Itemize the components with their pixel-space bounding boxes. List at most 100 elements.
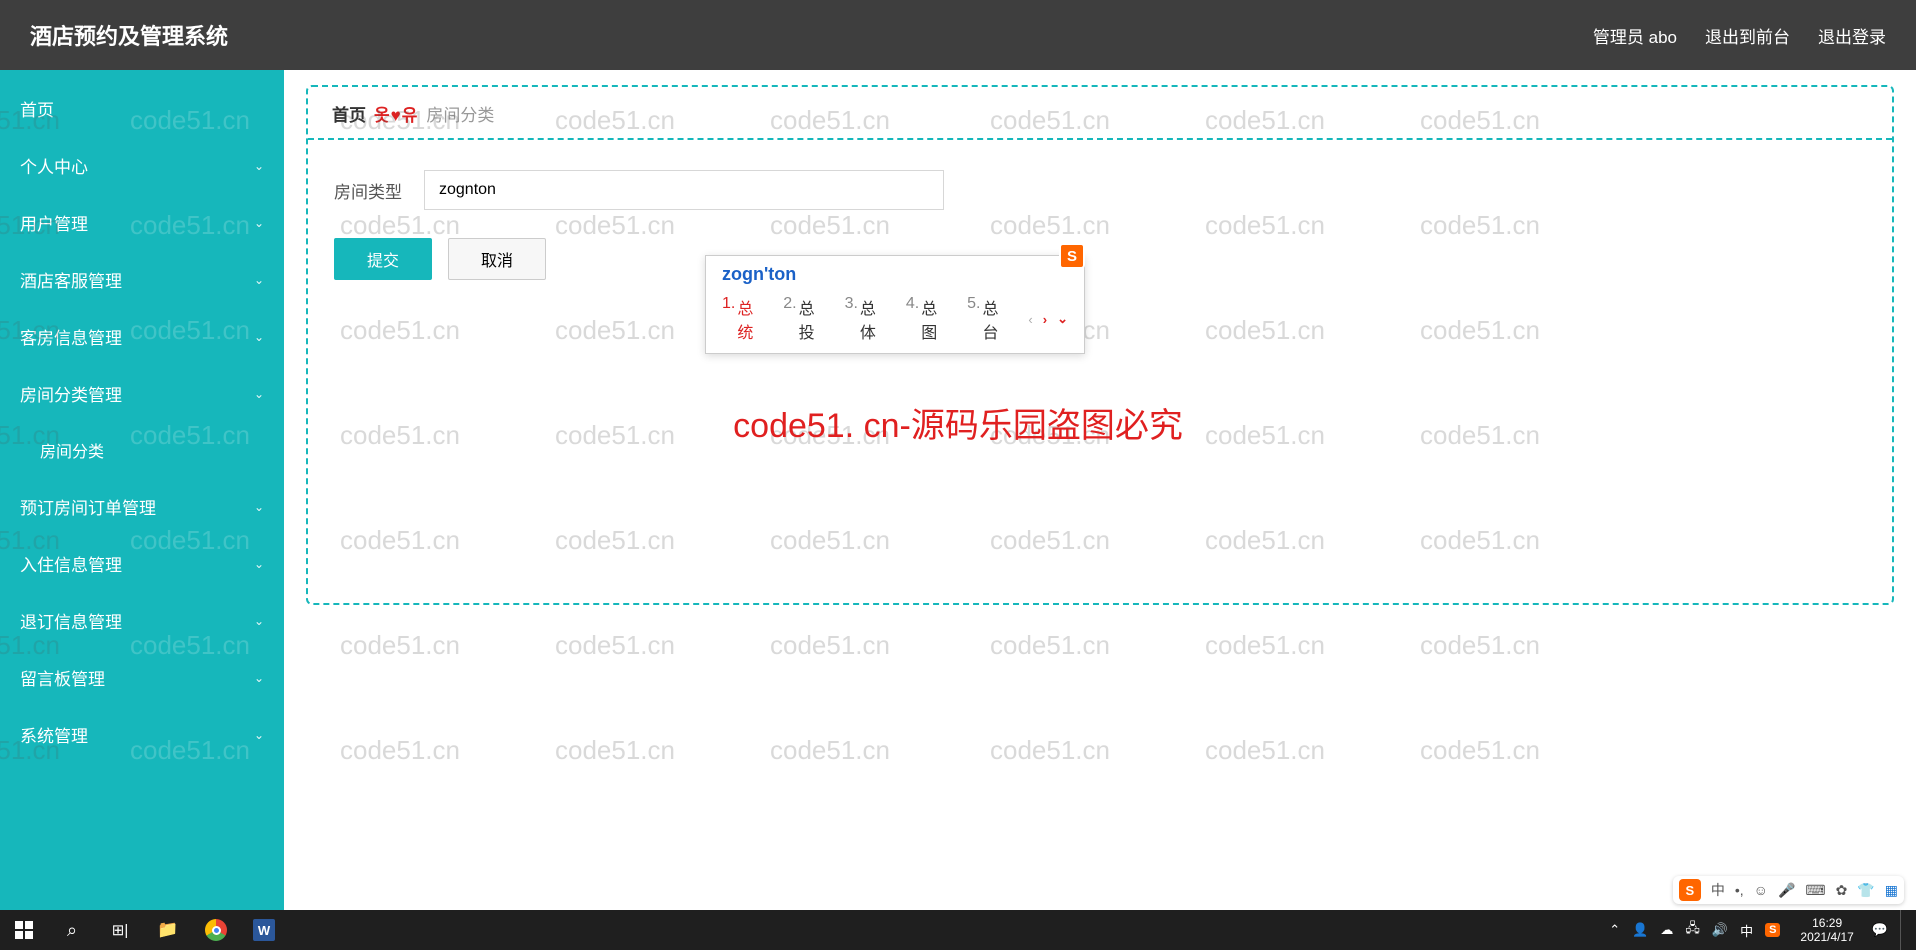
breadcrumb-decor-icon: 옷♥유 bbox=[374, 101, 418, 126]
show-desktop-button[interactable] bbox=[1900, 910, 1908, 950]
ime-prev-icon[interactable]: ‹ bbox=[1028, 312, 1032, 327]
ime-candidates: 1.总统 2.总投 3.总体 4.总图 5.总台 ‹ › ⌄ bbox=[706, 291, 1084, 353]
ime-tool-icon[interactable]: ▦ bbox=[1885, 882, 1898, 899]
word-icon: W bbox=[253, 919, 275, 941]
ime-candidate[interactable]: 3.总体 bbox=[845, 295, 890, 343]
taskview-icon: ⊞| bbox=[112, 921, 128, 939]
tray-cloud-icon[interactable]: ☁ bbox=[1660, 922, 1673, 938]
button-row: 提交 取消 bbox=[334, 238, 1866, 280]
sidebar-item-label: 预订房间订单管理 bbox=[20, 494, 156, 519]
ime-punct-icon[interactable]: •, bbox=[1735, 882, 1744, 898]
chevron-down-icon: ⌄ bbox=[254, 159, 264, 173]
sidebar-item-label: 系统管理 bbox=[20, 722, 88, 747]
taskbar-right: ⌃ 👤 ☁ 🖧 🔊 中 S 16:29 2021/4/17 💬 bbox=[1599, 910, 1916, 950]
header-frontend[interactable]: 退出到前台 bbox=[1705, 23, 1790, 48]
submit-button[interactable]: 提交 bbox=[334, 238, 432, 280]
tray-volume-icon[interactable]: 🔊 bbox=[1712, 922, 1728, 938]
ime-candidate[interactable]: 2.总投 bbox=[783, 295, 828, 343]
sidebar-item-label: 入住信息管理 bbox=[20, 551, 122, 576]
header-right: 管理员 abo 退出到前台 退出登录 bbox=[1593, 23, 1886, 48]
clock-date: 2021/4/17 bbox=[1800, 930, 1853, 944]
header-user[interactable]: 管理员 abo bbox=[1593, 23, 1677, 48]
app-title: 酒店预约及管理系统 bbox=[30, 19, 228, 51]
header-bar: 酒店预约及管理系统 管理员 abo 退出到前台 退出登录 bbox=[0, 0, 1916, 70]
taskbar-left: ⌕ ⊞| 📁 W bbox=[0, 910, 288, 950]
breadcrumb-current: 房间分类 bbox=[426, 101, 494, 126]
sidebar-item-label: 首页 bbox=[20, 96, 54, 121]
taskview-button[interactable]: ⊞| bbox=[96, 910, 144, 950]
tray-sogou-icon[interactable]: S bbox=[1765, 923, 1780, 937]
cancel-button[interactable]: 取消 bbox=[448, 238, 546, 280]
chevron-down-icon: ⌄ bbox=[254, 728, 264, 742]
word-button[interactable]: W bbox=[240, 910, 288, 950]
ime-lang-icon[interactable]: 中 bbox=[1711, 880, 1725, 900]
sidebar-item-checkin[interactable]: 入住信息管理⌄ bbox=[0, 535, 284, 592]
start-button[interactable] bbox=[0, 910, 48, 950]
ime-keyboard-icon[interactable]: ⌨ bbox=[1805, 882, 1825, 899]
form-row-roomtype: 房间类型 bbox=[334, 170, 1866, 210]
chrome-icon bbox=[205, 919, 227, 941]
panel-body: 房间类型 提交 取消 bbox=[308, 140, 1892, 310]
sidebar-item-system[interactable]: 系统管理 ⌄ bbox=[0, 706, 284, 763]
explorer-button[interactable]: 📁 bbox=[144, 910, 192, 950]
sidebar-item-room-info[interactable]: 客房信息管理 ⌄ bbox=[0, 308, 284, 365]
chevron-down-icon: ⌄ bbox=[254, 216, 264, 230]
sidebar-item-service[interactable]: 酒店客服管理 ⌄ bbox=[0, 251, 284, 308]
windows-icon bbox=[15, 921, 33, 939]
chevron-down-icon: ⌄ bbox=[254, 500, 264, 514]
ime-toolbar[interactable]: S 中 •, ☺ 🎤 ⌨ ✿ 👕 ▦ bbox=[1673, 876, 1904, 904]
system-tray: ⌃ 👤 ☁ 🖧 🔊 中 S bbox=[1599, 919, 1790, 941]
search-button[interactable]: ⌕ bbox=[48, 910, 96, 950]
sidebar-item-label: 个人中心 bbox=[20, 153, 88, 178]
sidebar-item-label: 房间分类管理 bbox=[20, 381, 122, 406]
breadcrumb-home[interactable]: 首页 bbox=[332, 101, 366, 126]
chevron-down-icon: ⌄ bbox=[254, 330, 264, 344]
ime-nav: ‹ › ⌄ bbox=[1028, 311, 1068, 327]
sogou-logo-icon: S bbox=[1059, 243, 1085, 269]
ime-settings-icon[interactable]: ✿ bbox=[1836, 882, 1848, 899]
content-area: 首页 옷♥유 房间分类 房间类型 提交 取消 bbox=[284, 70, 1916, 910]
tray-network-icon[interactable]: 🖧 bbox=[1685, 919, 1700, 941]
sidebar-item-profile[interactable]: 个人中心 ⌄ bbox=[0, 137, 284, 194]
sidebar-item-label: 客房信息管理 bbox=[20, 324, 122, 349]
roomtype-label: 房间类型 bbox=[334, 178, 402, 203]
sidebar-item-room-category[interactable]: 房间分类管理 ⌄ bbox=[0, 365, 284, 422]
ime-emoji-icon[interactable]: ☺ bbox=[1754, 882, 1768, 898]
sogou-logo-icon: S bbox=[1679, 879, 1701, 901]
tray-up-icon[interactable]: ⌃ bbox=[1609, 922, 1620, 938]
roomtype-input[interactable] bbox=[424, 170, 944, 210]
sidebar-item-orders[interactable]: 预订房间订单管理 ⌄ bbox=[0, 478, 284, 535]
sidebar-item-label: 用户管理 bbox=[20, 210, 88, 235]
sidebar-item-cancel[interactable]: 退订信息管理⌄ bbox=[0, 592, 284, 649]
chevron-down-icon: ⌄ bbox=[254, 273, 264, 287]
ime-expand-icon[interactable]: ⌄ bbox=[1057, 311, 1068, 327]
ime-skin-icon[interactable]: 👕 bbox=[1857, 882, 1874, 899]
search-icon: ⌕ bbox=[67, 920, 77, 941]
tray-people-icon[interactable]: 👤 bbox=[1632, 922, 1648, 938]
sidebar-sub-label: 房间分类 bbox=[40, 438, 104, 462]
sidebar-sub-room-category[interactable]: 房间分类 bbox=[0, 422, 284, 478]
chevron-down-icon: ⌄ bbox=[254, 671, 264, 685]
clock-time: 16:29 bbox=[1800, 916, 1853, 930]
chrome-button[interactable] bbox=[192, 910, 240, 950]
ime-next-icon[interactable]: › bbox=[1043, 312, 1047, 327]
ime-candidate[interactable]: 1.总统 bbox=[722, 295, 767, 343]
sidebar: 首页 个人中心 ⌄ 用户管理 ⌄ 酒店客服管理 ⌄ 客房信息管理 ⌄ 房间分类管理 ⌄ 房… bbox=[0, 70, 284, 930]
ime-composition: zogn'ton bbox=[706, 256, 1084, 291]
sidebar-item-users[interactable]: 用户管理 ⌄ bbox=[0, 194, 284, 251]
header-logout[interactable]: 退出登录 bbox=[1818, 23, 1886, 48]
taskbar-clock[interactable]: 16:29 2021/4/17 bbox=[1790, 916, 1863, 945]
tray-lang-icon[interactable]: 中 bbox=[1740, 921, 1753, 940]
breadcrumb: 首页 옷♥유 房间分类 bbox=[308, 87, 1892, 140]
sidebar-item-home[interactable]: 首页 bbox=[0, 80, 284, 137]
sidebar-item-messages[interactable]: 留言板管理 ⌄ bbox=[0, 649, 284, 706]
ime-mic-icon[interactable]: 🎤 bbox=[1778, 882, 1795, 899]
chevron-down-icon: ⌄ bbox=[254, 387, 264, 401]
panel: 首页 옷♥유 房间分类 房间类型 提交 取消 bbox=[306, 85, 1894, 605]
ime-candidate[interactable]: 5.总台 bbox=[967, 295, 1012, 343]
sidebar-item-label: 酒店客服管理 bbox=[20, 267, 122, 292]
sidebar-item-label: 留言板管理 bbox=[20, 665, 105, 690]
notifications-icon[interactable]: 💬 bbox=[1864, 922, 1896, 938]
ime-candidate[interactable]: 4.总图 bbox=[906, 295, 951, 343]
ime-popup: S zogn'ton 1.总统 2.总投 3.总体 4.总图 5.总台 ‹ › … bbox=[705, 255, 1085, 354]
